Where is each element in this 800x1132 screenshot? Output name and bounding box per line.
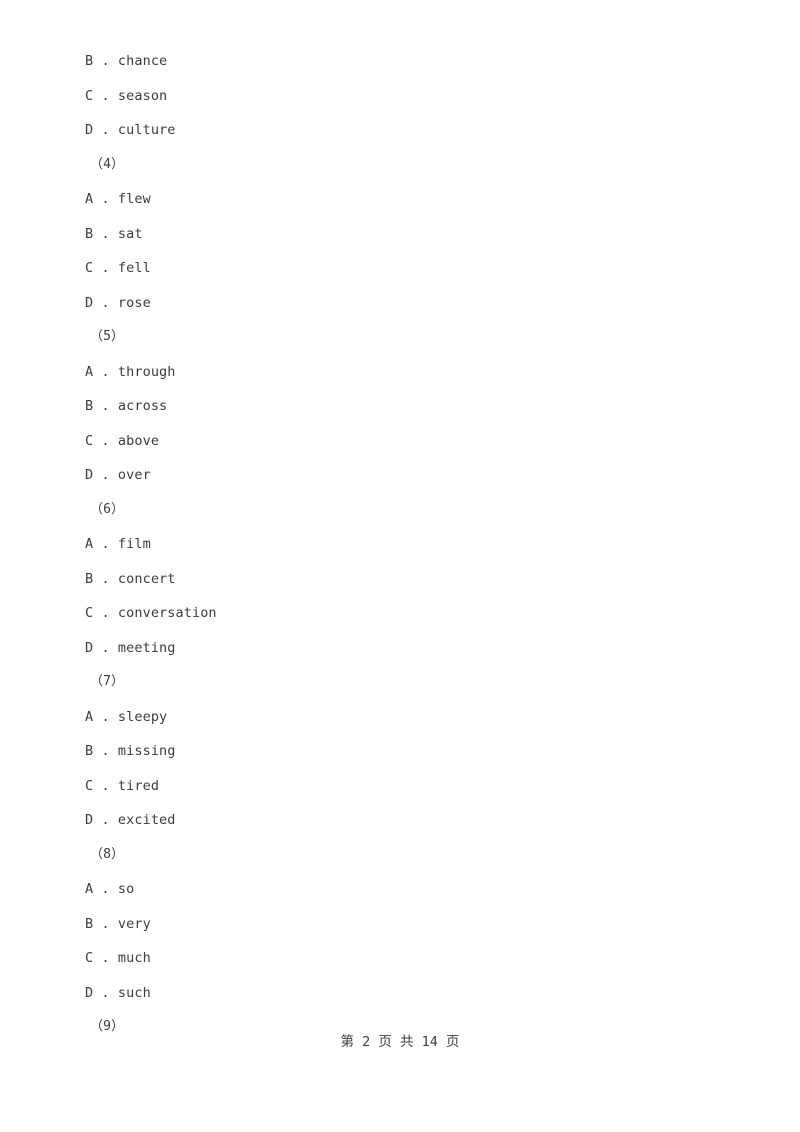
answer-option[interactable]: D . such [0, 976, 800, 1011]
option-text: over [117, 467, 151, 483]
answer-option[interactable]: A . sleepy [0, 700, 800, 735]
answer-option[interactable]: A . through [0, 355, 800, 390]
option-text: concert [117, 570, 176, 587]
option-text: very [117, 915, 151, 932]
option-text: so [117, 881, 135, 897]
option-letter: C [85, 950, 94, 966]
option-separator: . [93, 984, 118, 1001]
option-letter: B [85, 915, 94, 932]
option-separator: . [93, 432, 118, 449]
option-letter: A [85, 191, 94, 207]
option-text: season [117, 87, 168, 104]
option-separator: . [93, 812, 118, 828]
option-separator: . [93, 294, 118, 311]
answer-option[interactable]: A . flew [0, 182, 800, 217]
answer-option[interactable]: B . across [0, 389, 800, 424]
option-text: film [117, 536, 151, 552]
option-text: fell [117, 260, 151, 276]
option-separator: . [93, 915, 118, 932]
answer-option[interactable]: C . season [0, 79, 800, 114]
option-separator: . [93, 708, 118, 725]
option-letter: C [85, 260, 94, 276]
option-separator: . [93, 225, 118, 242]
option-letter: D [85, 122, 94, 138]
option-letter: C [85, 777, 94, 794]
option-letter: D [85, 639, 94, 656]
option-text: sleepy [117, 708, 168, 725]
option-separator: . [93, 950, 118, 966]
answer-option[interactable]: D . meeting [0, 631, 800, 666]
option-separator: . [93, 260, 118, 276]
answer-option[interactable]: C . tired [0, 769, 800, 804]
option-text: through [117, 363, 176, 380]
option-text: chance [117, 53, 168, 69]
option-text: missing [117, 743, 176, 759]
question-number: （6） [90, 501, 125, 517]
option-separator: . [93, 53, 118, 69]
option-separator: . [93, 881, 118, 897]
option-text: conversation [117, 605, 217, 621]
option-separator: . [93, 639, 118, 656]
answer-option[interactable]: D . culture [0, 113, 800, 148]
answer-option[interactable]: D . excited [0, 803, 800, 838]
option-letter: C [85, 87, 94, 104]
option-letter: D [85, 812, 94, 828]
answer-option[interactable]: A . film [0, 527, 800, 562]
answer-option[interactable]: B . concert [0, 562, 800, 597]
option-separator: . [93, 743, 118, 759]
answer-option[interactable]: D . over [0, 458, 800, 493]
answer-option[interactable]: C . conversation [0, 596, 800, 631]
answer-option[interactable]: C . much [0, 941, 800, 976]
option-letter: B [85, 398, 94, 414]
option-text: excited [117, 812, 176, 828]
option-text: much [117, 950, 151, 966]
document-page: B . chance C . season D . culture （4） A . fl… [0, 0, 800, 1132]
option-text: flew [117, 191, 151, 207]
answer-option[interactable]: B . chance [0, 44, 800, 79]
answer-option[interactable]: C . above [0, 424, 800, 459]
option-text: rose [117, 294, 151, 311]
option-text: sat [117, 225, 143, 242]
question-number: （8） [90, 846, 125, 862]
option-separator: . [93, 777, 118, 794]
option-letter: B [85, 53, 94, 69]
option-letter: D [85, 984, 94, 1001]
option-letter: C [85, 605, 94, 621]
question-number: （4） [90, 156, 125, 172]
option-separator: . [93, 536, 118, 552]
option-letter: D [85, 467, 94, 483]
answer-option[interactable]: B . missing [0, 734, 800, 769]
question-number: （5） [90, 329, 125, 344]
option-letter: A [85, 708, 94, 725]
option-letter: B [85, 225, 94, 242]
option-letter: B [85, 570, 94, 587]
option-text: such [117, 984, 151, 1001]
answer-option[interactable]: A . so [0, 872, 800, 907]
option-separator: . [93, 605, 118, 621]
answer-option[interactable]: B . sat [0, 217, 800, 252]
option-separator: . [93, 398, 118, 414]
option-separator: . [93, 191, 118, 207]
option-letter: A [85, 536, 94, 552]
option-separator: . [93, 570, 118, 587]
option-text: tired [117, 777, 160, 794]
option-text: culture [117, 122, 176, 138]
option-letter: C [85, 432, 94, 449]
option-text: across [117, 398, 168, 414]
option-letter: A [85, 363, 94, 380]
option-text: meeting [117, 639, 176, 656]
answer-option[interactable]: B . very [0, 907, 800, 942]
page-footer: 第 2 页 共 14 页 [340, 1034, 460, 1050]
option-text: above [117, 432, 160, 449]
option-letter: D [85, 294, 94, 311]
option-separator: . [93, 87, 118, 104]
option-separator: . [93, 467, 118, 483]
option-letter: A [85, 881, 94, 897]
option-letter: B [85, 743, 94, 759]
option-separator: . [93, 122, 118, 138]
answer-option[interactable]: D . rose [0, 286, 800, 321]
question-number: （7） [90, 674, 125, 689]
option-separator: . [93, 363, 118, 380]
answer-option[interactable]: C . fell [0, 251, 800, 286]
